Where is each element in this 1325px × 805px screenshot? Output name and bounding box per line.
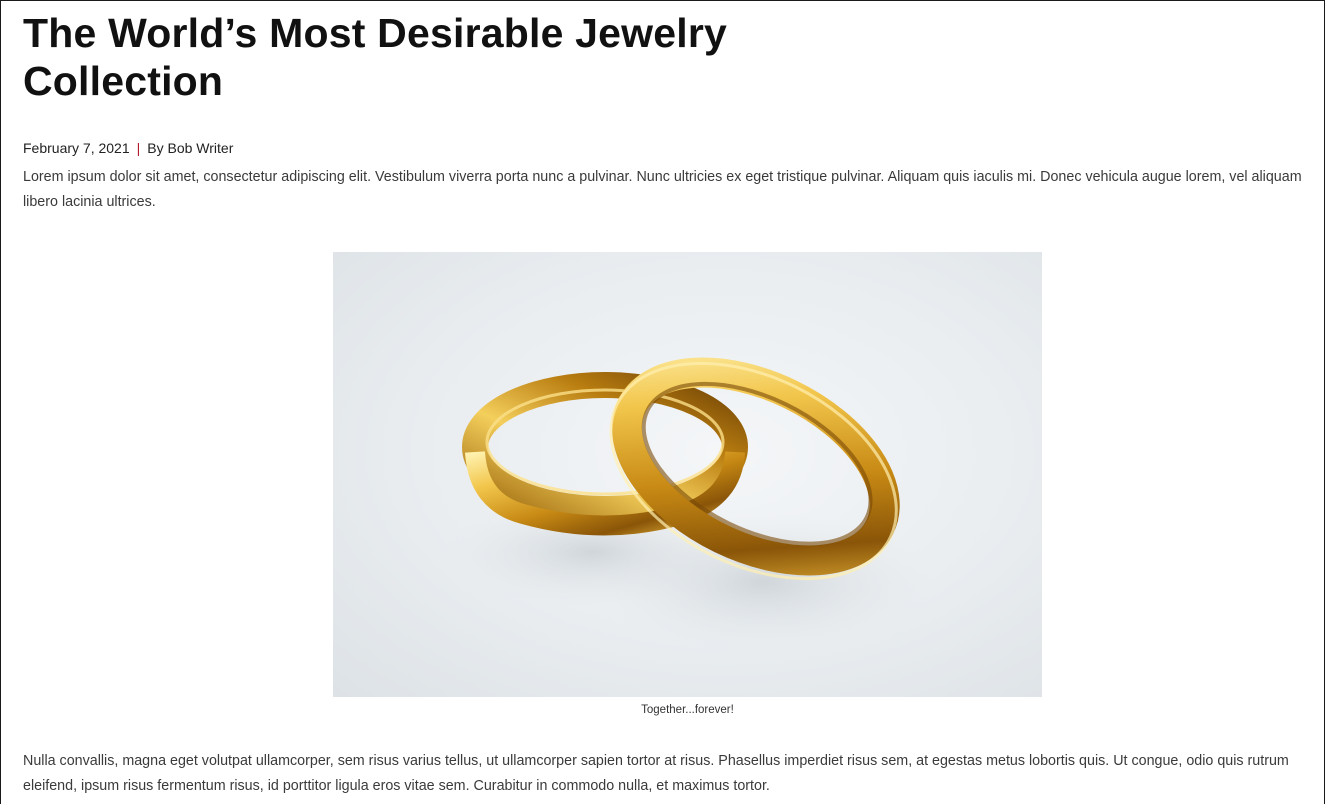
article-title: The World’s Most Desirable Jewelry Colle… (23, 10, 728, 104)
image-caption: Together...forever! (641, 704, 734, 716)
article-paragraph-2: Nulla convallis, magna eget volutpat ull… (23, 753, 1289, 794)
article-paragraph-1: Lorem ipsum dolor sit amet, consectetur … (23, 169, 1302, 210)
meta-separator: | (136, 140, 141, 156)
article-meta: February 7, 2021 | By Bob Writer (23, 139, 233, 157)
wedding-rings-image (333, 252, 1042, 697)
page-frame: The World’s Most Desirable Jewelry Colle… (0, 0, 1325, 804)
article-figure (333, 252, 1042, 697)
article-date: February 7, 2021 (23, 140, 130, 156)
gold-rings-illustration (443, 357, 933, 652)
article-byline: By Bob Writer (147, 140, 234, 156)
